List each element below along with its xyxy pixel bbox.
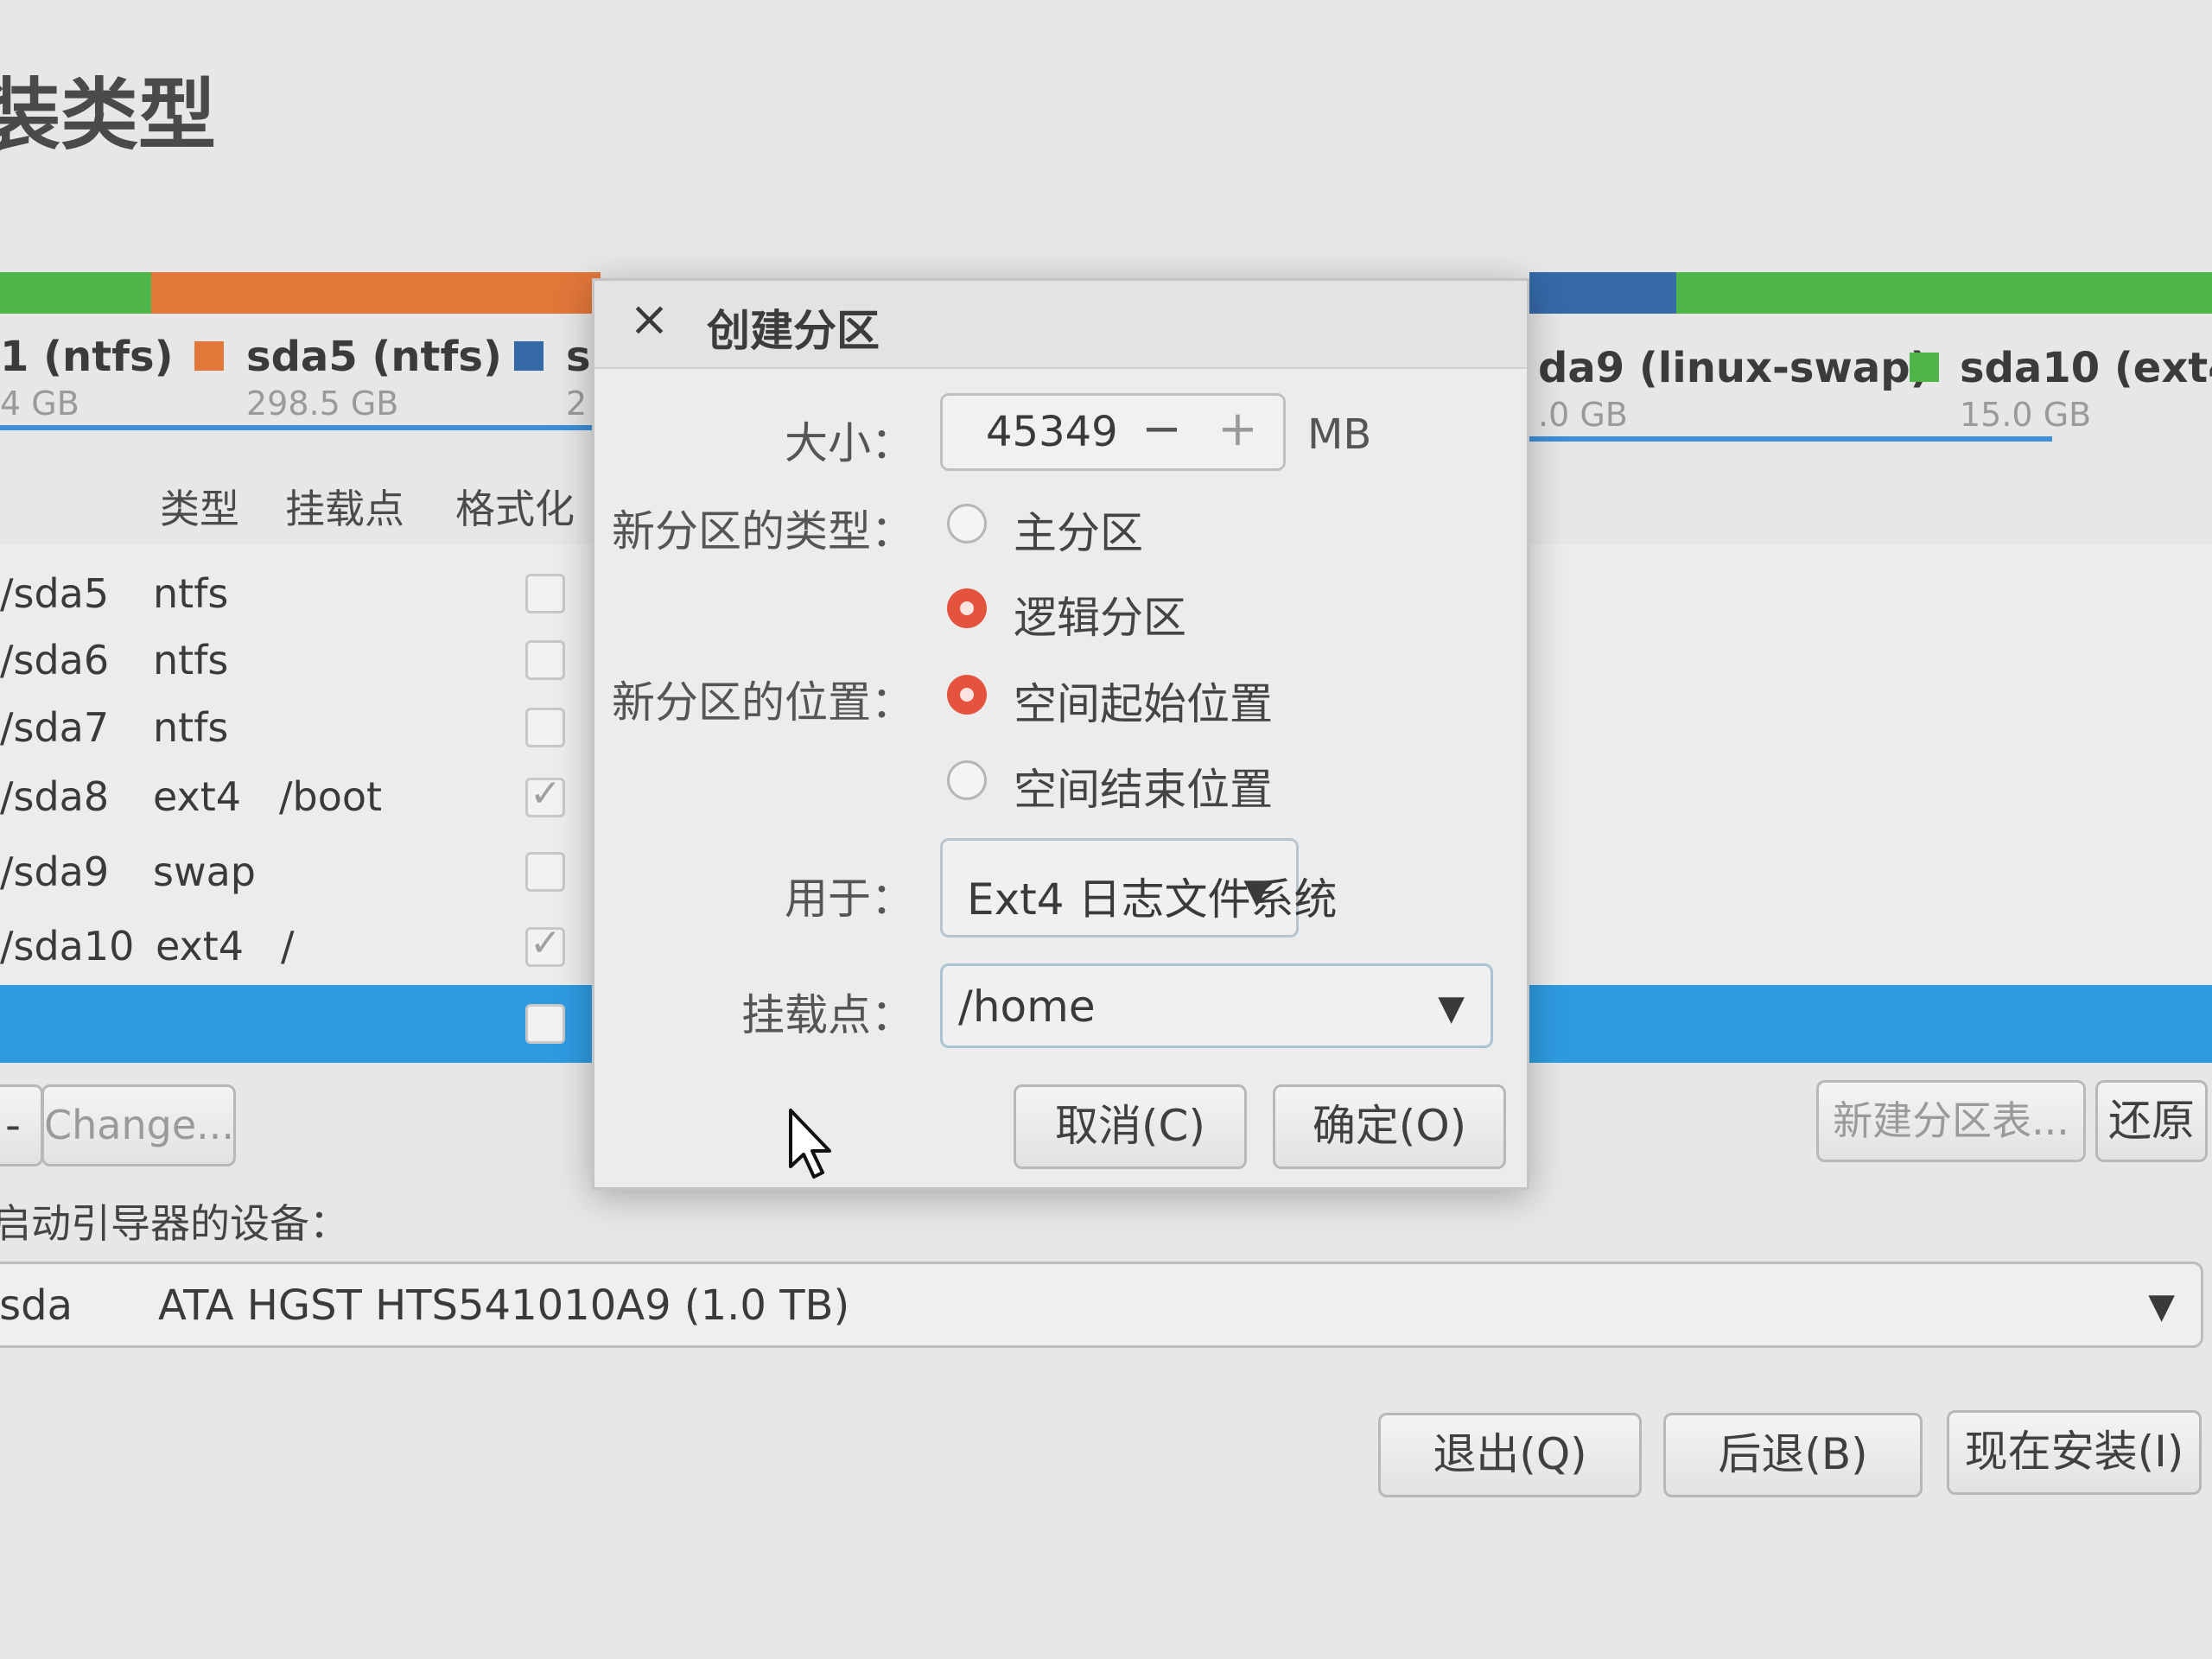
format-checkbox[interactable] (525, 640, 565, 680)
row-type: swap (153, 849, 256, 895)
dialog-title: 创建分区 (707, 306, 880, 356)
format-checkbox[interactable] (525, 1004, 565, 1044)
format-checkbox[interactable] (525, 852, 565, 892)
row-mount: /boot (279, 773, 383, 820)
increment-button[interactable]: + (1217, 401, 1258, 457)
ok-button[interactable]: 确定(O) (1273, 1084, 1506, 1169)
row-device: /sda9 (0, 849, 110, 895)
size-value[interactable]: 45349 (986, 408, 1118, 456)
row-device: /sda7 (0, 704, 110, 751)
legend-underline (1529, 436, 2052, 442)
page-title: 装类型 (0, 70, 216, 161)
create-partition-dialog: × 创建分区 大小： 45349 − + MB 新分区的类型： 主分区 逻辑分区… (592, 278, 1529, 1190)
partition-bar-segment (0, 272, 151, 314)
boot-device-label: 启动引导器的设备： (0, 1200, 349, 1247)
end-of-space-radio[interactable] (947, 760, 987, 800)
row-type: ntfs (153, 637, 229, 683)
dialog-header: × 创建分区 (594, 281, 1527, 369)
chevron-down-icon: ▼ (2148, 1287, 2175, 1326)
column-header-format[interactable]: 格式化 (455, 478, 575, 535)
size-label: 大小： (785, 418, 914, 468)
chevron-down-icon[interactable]: ▼ (1438, 988, 1465, 1028)
boot-device-path: /sda (0, 1281, 73, 1330)
mount-point-label: 挂载点： (741, 990, 914, 1040)
legend-name: s (566, 333, 591, 381)
primary-partition-radio[interactable] (947, 504, 987, 543)
legend-size: 4 GB (0, 385, 79, 423)
legend-name: da9 (linux-swap) (1538, 344, 1929, 392)
row-mount: / (281, 923, 295, 969)
size-unit: MB (1307, 410, 1372, 459)
revert-button[interactable]: 还原 (2095, 1080, 2208, 1162)
logical-partition-radio[interactable] (947, 588, 987, 628)
change-partition-button[interactable]: Change... (41, 1084, 236, 1166)
legend-name: 1 (ntfs) (0, 333, 174, 381)
legend-underline (0, 425, 605, 430)
decrement-button[interactable]: − (1141, 401, 1182, 457)
remove-partition-button[interactable]: - (0, 1084, 43, 1166)
column-header-mount[interactable]: 挂载点 (285, 478, 404, 535)
logical-partition-label[interactable]: 逻辑分区 (1014, 583, 1186, 645)
legend-size: 15.0 GB (1960, 396, 2092, 434)
cancel-button[interactable]: 取消(C) (1014, 1084, 1247, 1169)
legend-color-swatch (1910, 353, 1939, 382)
partition-bar-segment (1676, 272, 2212, 314)
back-button[interactable]: 后退(B) (1663, 1413, 1923, 1497)
boot-device-select[interactable]: /sda ATA HGST HTS541010A9 (1.0 TB) ▼ (0, 1262, 2203, 1348)
row-type: ntfs (153, 704, 229, 751)
row-device: /sda10 (0, 923, 135, 969)
primary-partition-label[interactable]: 主分区 (1014, 499, 1143, 561)
column-header-type[interactable]: 类型 (160, 478, 239, 535)
partition-location-label: 新分区的位置： (612, 677, 914, 728)
row-type: ext4 (153, 773, 242, 820)
legend-size: 298.5 GB (246, 385, 399, 423)
format-checkbox[interactable] (525, 921, 565, 967)
row-type: ntfs (153, 570, 229, 617)
row-device: /sda8 (0, 773, 110, 820)
mount-point-combobox[interactable]: /home ▼ (940, 963, 1493, 1048)
size-spinbox[interactable]: 45349 − + (940, 393, 1286, 471)
new-partition-table-button[interactable]: 新建分区表... (1816, 1080, 2086, 1162)
legend-size: .0 GB (1538, 396, 1628, 434)
legend-color-swatch (194, 341, 224, 371)
install-now-button[interactable]: 现在安装(I) (1947, 1410, 2202, 1495)
partition-bar-segment (151, 272, 601, 314)
quit-button[interactable]: 退出(Q) (1378, 1413, 1642, 1497)
chevron-down-icon: ▼ (1243, 872, 1270, 912)
row-type: ext4 (156, 923, 245, 969)
filesystem-select[interactable]: Ext4 日志文件系统 ▼ (940, 838, 1338, 938)
row-device: /sda5 (0, 570, 110, 617)
end-of-space-label[interactable]: 空间结束位置 (1014, 755, 1273, 817)
close-icon[interactable]: × (629, 291, 670, 347)
beginning-of-space-label[interactable]: 空间起始位置 (1014, 670, 1273, 732)
filesystem-value: Ext4 日志文件系统 (967, 874, 1338, 925)
mount-point-value[interactable]: /home (958, 982, 1096, 1032)
partition-type-label: 新分区的类型： (612, 506, 914, 556)
legend-name: sda10 (ext4) (1960, 344, 2212, 392)
format-checkbox[interactable] (525, 708, 565, 747)
beginning-of-space-radio[interactable] (947, 675, 987, 715)
legend-size: 2 (566, 385, 588, 423)
format-checkbox[interactable] (525, 574, 565, 613)
legend-name: sda5 (ntfs) (246, 333, 502, 381)
row-device: /sda6 (0, 637, 110, 683)
boot-device-description: ATA HGST HTS541010A9 (1.0 TB) (158, 1281, 850, 1330)
use-as-label: 用于： (785, 874, 914, 924)
mouse-cursor-icon (789, 1109, 831, 1179)
format-checkbox[interactable] (525, 772, 565, 817)
partition-bar-segment (1529, 272, 1676, 314)
legend-color-swatch (514, 341, 543, 371)
